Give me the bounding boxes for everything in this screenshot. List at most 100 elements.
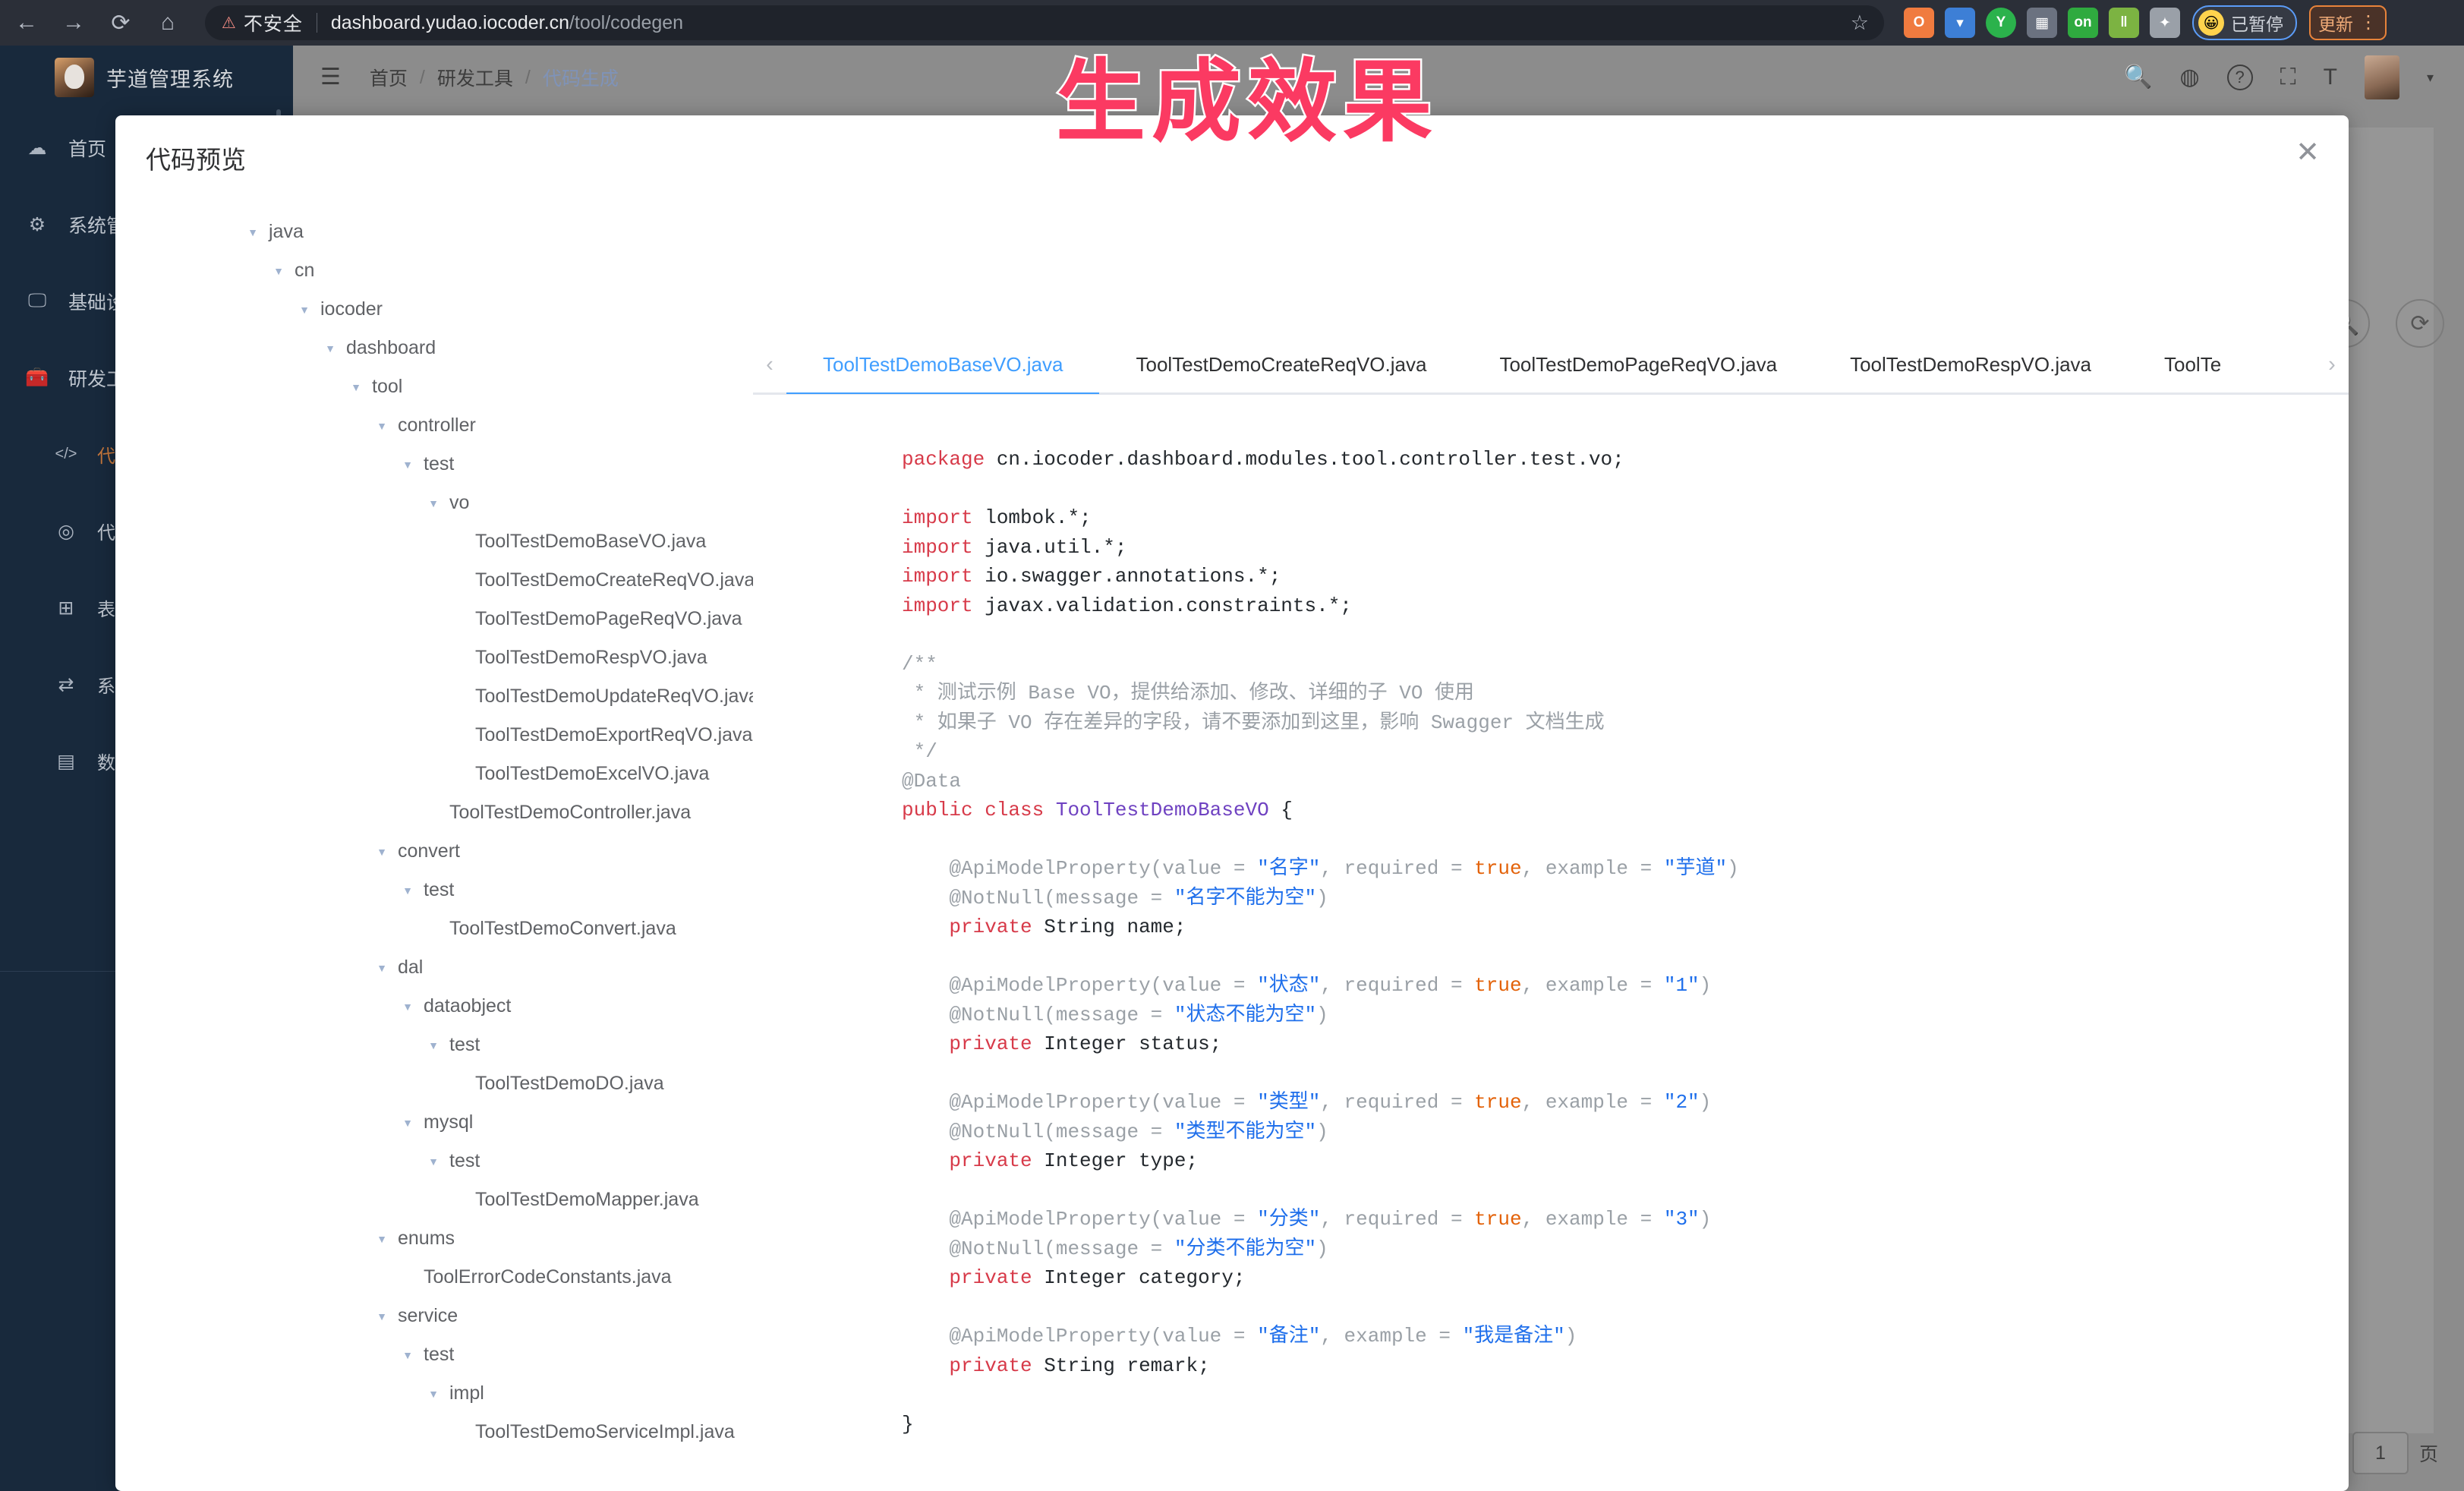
tree-folder-row[interactable]: ▼service [115, 1297, 753, 1335]
tree-folder-row[interactable]: ▼dataobject [115, 987, 753, 1026]
chevron-down-icon[interactable]: ▾ [2427, 70, 2434, 86]
chevron-down-icon[interactable]: ▼ [372, 1310, 392, 1322]
youdao-translate-extension-icon[interactable]: Y [1986, 8, 2016, 38]
close-icon[interactable]: ✕ [2295, 138, 2320, 167]
tree-folder-row[interactable]: ▼iocoder [115, 290, 753, 329]
update-button[interactable]: 更新 ⋮ [2309, 5, 2387, 40]
location-pin-extension-icon[interactable]: ▾ [1945, 8, 1975, 38]
chevron-down-icon[interactable]: ▼ [398, 884, 417, 897]
tree-folder-row[interactable]: ▼java [115, 213, 753, 251]
tree-file-row[interactable]: ▼ToolTestDemoDO.java [115, 1064, 753, 1103]
chevron-down-icon[interactable]: ▼ [295, 304, 314, 316]
chevron-down-icon[interactable]: ▼ [424, 497, 443, 509]
tree-node-label: convert [398, 840, 460, 862]
back-button[interactable]: ← [6, 2, 47, 43]
tree-node-label: cn [295, 260, 314, 282]
tree-file-row[interactable]: ▼ToolTestDemoUpdateReqVO.java [115, 677, 753, 716]
tree-folder-row[interactable]: ▼controller [115, 406, 753, 445]
tree-folder-row[interactable]: ▼enums [115, 1219, 753, 1258]
tree-file-row[interactable]: ▼ToolTestDemoExcelVO.java [115, 755, 753, 793]
help-icon[interactable]: ? [2227, 65, 2253, 90]
tree-folder-row[interactable]: ▼test [115, 871, 753, 909]
tree-folder-row[interactable]: ▼ convert [115, 832, 753, 871]
chevron-down-icon[interactable]: ▼ [424, 1039, 443, 1051]
file-tab[interactable]: ToolTestDemoRespVO.java [1813, 336, 2128, 394]
github-icon[interactable]: ◍ [2179, 66, 2199, 89]
tab-scroll-right-icon[interactable]: › [2315, 352, 2349, 377]
avatar[interactable] [2365, 55, 2399, 99]
file-tab[interactable]: ToolTestDemoCreateReqVO.java [1099, 336, 1463, 394]
tree-folder-row[interactable]: ▼ cn [115, 251, 753, 290]
tree-node-label: test [424, 453, 454, 475]
chevron-down-icon[interactable]: ▼ [372, 420, 392, 432]
file-tab[interactable]: ToolTestDemoBaseVO.java [786, 336, 1099, 394]
tree-folder-row[interactable]: ▼dal [115, 948, 753, 987]
chevron-down-icon[interactable]: ▼ [346, 381, 366, 393]
file-tree[interactable]: ▼java▼cn▼iocoder▼dashboard▼tool▼controll… [115, 200, 753, 1491]
chevron-down-icon[interactable]: ▼ [398, 1001, 417, 1013]
tree-folder-row[interactable]: ▼test [115, 1142, 753, 1181]
tree-file-row[interactable]: ▼ToolTestDemoController.java [115, 793, 753, 832]
chevron-down-icon[interactable]: ▼ [372, 962, 392, 974]
tree-file-row[interactable]: ▼ToolTestDemoConvert.java [115, 909, 753, 948]
tree-file-row[interactable]: ▼ToolTestDemoMapper.java [115, 1181, 753, 1219]
chevron-down-icon[interactable]: ▼ [398, 1349, 417, 1361]
tree-folder-row[interactable]: ▼dashboard [115, 329, 753, 367]
browser-menu-icon[interactable]: ⋮ [2359, 17, 2377, 28]
font-size-icon[interactable]: T [2324, 66, 2337, 89]
address-bar[interactable]: ⚠ 不安全 dashboard.yudao.iocoder.cn/tool/co… [205, 5, 1884, 40]
chevron-down-icon[interactable]: ▼ [424, 1388, 443, 1400]
tree-folder-row[interactable]: ▼ impl [115, 1374, 753, 1413]
refresh-icon[interactable]: ⟳ [2396, 299, 2444, 348]
tree-folder-row[interactable]: ▼vo [115, 484, 753, 522]
bookmark-star-icon[interactable]: ☆ [1851, 11, 1869, 35]
file-tab[interactable]: ToolTe [2128, 336, 2258, 394]
tree-folder-row[interactable]: ▼ test [115, 445, 753, 484]
tree-folder-row[interactable]: ▼test [115, 1335, 753, 1374]
forward-button[interactable]: → [53, 2, 94, 43]
tree-node-label: ToolTestDemoMapper.java [475, 1189, 699, 1211]
browser-profile-chip[interactable]: 😀 已暂停 [2192, 5, 2297, 40]
chevron-down-icon[interactable]: ▼ [398, 1117, 417, 1129]
tree-file-row[interactable]: ▼ToolTestDemoCreateReqVO.java [115, 561, 753, 600]
password-manager-extension-icon[interactable]: O [1904, 8, 1934, 38]
tree-indent-spacer: ▼ [449, 613, 469, 626]
breadcrumb-separator: / [525, 67, 531, 89]
tree-indent-spacer: ▼ [449, 575, 469, 587]
tree-file-row[interactable]: ▼ToolTestDemoBaseVO.java [115, 522, 753, 561]
tab-scroll-left-icon[interactable]: ‹ [753, 352, 786, 377]
chevron-down-icon[interactable]: ▼ [424, 1155, 443, 1168]
ribbon-extension-icon[interactable]: ‖ [2109, 8, 2139, 38]
tree-folder-row[interactable]: ▼tool [115, 367, 753, 406]
tree-node-label: ToolErrorCodeConstants.java [424, 1266, 672, 1288]
breadcrumb-item-home[interactable]: 首页 [370, 64, 408, 91]
tree-file-row[interactable]: ▼ToolErrorCodeConstants.java [115, 1258, 753, 1297]
tree-folder-row[interactable]: ▼mysql [115, 1103, 753, 1142]
chevron-down-icon[interactable]: ▼ [372, 1233, 392, 1245]
breadcrumb-item-devtools[interactable]: 研发工具 [437, 64, 513, 91]
page-number-input[interactable]: 1 [2352, 1432, 2409, 1474]
search-icon[interactable]: 🔍 [2124, 66, 2152, 89]
tree-file-row[interactable]: ▼ToolTestDemoPageReqVO.java [115, 600, 753, 638]
tree-node-label: ToolTestDemoDO.java [475, 1073, 664, 1095]
code-viewer[interactable]: package cn.iocoder.dashboard.modules.too… [753, 395, 2349, 1491]
chevron-down-icon[interactable]: ▼ [269, 265, 288, 277]
tabs-scroll-container: ToolTestDemoBaseVO.javaToolTestDemoCreat… [786, 336, 2315, 394]
chevron-down-icon[interactable]: ▼ [320, 342, 340, 355]
chevron-down-icon[interactable]: ▼ [243, 226, 263, 238]
reload-button[interactable]: ⟳ [100, 2, 141, 43]
tree-file-row[interactable]: ▼ToolTestDemoServiceImpl.java [115, 1413, 753, 1452]
tree-file-row[interactable]: ▼ToolTestDemoExportReqVO.java [115, 716, 753, 755]
file-tab[interactable]: ToolTestDemoPageReqVO.java [1463, 336, 1813, 394]
list-on-extension-icon[interactable]: on [2068, 8, 2098, 38]
hamburger-icon[interactable]: ☰ [320, 66, 341, 89]
tree-folder-row[interactable]: ▼test [115, 1026, 753, 1064]
home-button[interactable]: ⌂ [147, 2, 188, 43]
chevron-down-icon[interactable]: ▼ [372, 846, 392, 858]
puzzle-extension-icon[interactable]: ✦ [2150, 8, 2180, 38]
tree-node-label: impl [449, 1382, 484, 1404]
chevron-down-icon[interactable]: ▼ [398, 459, 417, 471]
tree-file-row[interactable]: ▼ToolTestDemoRespVO.java [115, 638, 753, 677]
fullscreen-icon[interactable]: ⛶ [2280, 66, 2296, 89]
grid-extension-icon[interactable]: ▦ [2027, 8, 2057, 38]
